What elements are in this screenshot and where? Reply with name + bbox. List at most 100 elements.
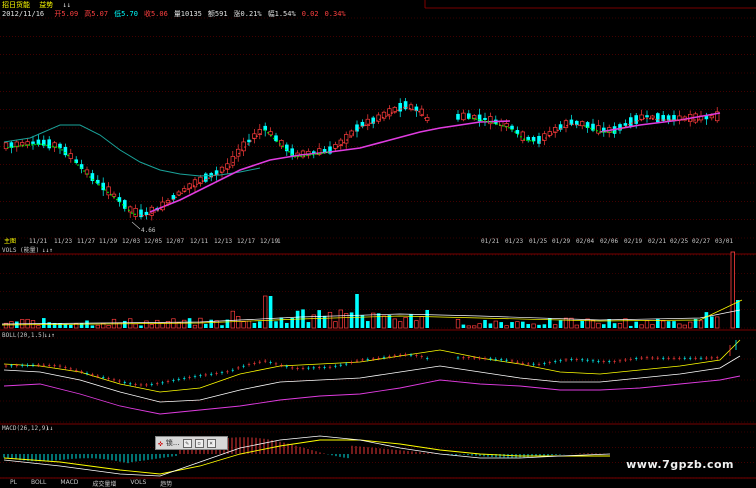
bottom-tab-2[interactable]: MACD (60, 479, 78, 487)
floating-toolbar[interactable]: ✜ 锁... ✎ ▫ × (155, 436, 228, 450)
volume-bar (230, 310, 235, 329)
volume-bar (493, 320, 498, 329)
trend-dot (502, 125, 504, 127)
volume-bar (629, 325, 633, 328)
trend-dot (19, 145, 21, 147)
trend-dot (548, 135, 550, 137)
volume-bar (155, 319, 160, 329)
trend-dot (646, 117, 648, 120)
trend-dot (472, 117, 474, 120)
trend-dot (412, 108, 414, 111)
trend-dot (382, 116, 384, 119)
candle-body (144, 211, 149, 215)
volume-bar (607, 319, 611, 328)
trend-dot (475, 118, 477, 120)
trend-dot (634, 121, 636, 123)
trend-dot (409, 107, 411, 110)
trend-dot (496, 123, 498, 125)
trend-dot (229, 166, 231, 168)
volume-bar (580, 320, 584, 328)
candle-body (106, 186, 111, 196)
chart-canvas[interactable]: 主图 11/21 11/23 11/27 11/29 12/03 12/05 12/07 12/… (0, 0, 756, 487)
trend-dot (31, 144, 33, 146)
trend-dot (43, 144, 45, 146)
trend-dot (34, 143, 36, 146)
trend-dot (160, 208, 162, 210)
trend-dot (514, 131, 516, 133)
trend-dot (611, 131, 613, 133)
trend-dot (270, 134, 272, 137)
volume-bar (477, 323, 482, 329)
candle-body (236, 148, 241, 157)
trend-dot (306, 154, 308, 157)
volume-bar (590, 319, 596, 329)
trend-dot (578, 124, 580, 126)
bottom-tab-4[interactable]: VOLS (130, 479, 146, 487)
trend-dot (676, 119, 678, 121)
candle-body (425, 117, 430, 121)
trend-dot (566, 124, 568, 127)
volume-bar (349, 312, 354, 328)
trend-dot (554, 131, 556, 133)
candle-body (472, 115, 477, 119)
volume-bar (639, 324, 644, 329)
toolbar-label[interactable]: 锁... (166, 438, 180, 448)
candle-body (20, 142, 25, 146)
trend-dot (349, 136, 351, 138)
trend-dot (505, 126, 507, 128)
trend-dot (337, 145, 339, 148)
trend-dot (232, 161, 234, 164)
trend-dot (89, 176, 91, 178)
bottom-tab-0[interactable]: PL (10, 479, 17, 487)
bottom-tab-5[interactable]: 趋势 (160, 479, 172, 488)
volume-bar (602, 324, 606, 328)
volume-bar (521, 321, 525, 328)
volume-bar (381, 315, 387, 329)
edit-icon[interactable]: ✎ (182, 438, 192, 448)
volume-bar (236, 316, 241, 329)
window-icon[interactable]: ▫ (194, 438, 204, 448)
volume-bar (333, 321, 338, 329)
trend-dot (682, 119, 684, 121)
trend-dot (259, 133, 261, 135)
trend-dot (276, 140, 278, 142)
macd-dea (3, 439, 610, 475)
volume-bar (246, 320, 252, 329)
date-label-right: 01/25 (529, 238, 547, 245)
trend-dot (83, 170, 85, 172)
trend-dot (670, 119, 672, 121)
trend-dot (643, 117, 645, 120)
trend-dot (196, 183, 198, 186)
trend-dot (340, 143, 342, 146)
trend-dot (67, 154, 69, 157)
bottom-tab-1[interactable]: BOLL (31, 479, 46, 487)
volume-bar (317, 310, 321, 328)
volume-bar (623, 318, 628, 329)
trend-dot (697, 119, 699, 121)
trend-dot (291, 153, 293, 156)
trend-dot (178, 194, 180, 197)
volume-bar (258, 321, 262, 328)
date-label-right: 02/06 (600, 238, 618, 245)
volume-bar (682, 324, 687, 329)
close-icon[interactable]: × (206, 438, 216, 448)
boll-lower (3, 375, 741, 415)
volume-bar (596, 322, 601, 329)
candle-body (515, 130, 520, 134)
date-label-right: 03/01 (715, 238, 733, 245)
date-label-right: 01/29 (552, 238, 570, 245)
boll-upper (3, 339, 741, 393)
trend-dot (649, 117, 651, 120)
volume-bar (515, 321, 520, 329)
trend-dot (297, 155, 299, 158)
volume-bar (366, 321, 370, 328)
trend-dot (273, 137, 275, 140)
volume-bar (666, 321, 671, 328)
trend-dot (575, 124, 577, 126)
volume-bar (656, 318, 660, 328)
trend-dot (226, 167, 228, 170)
trend-dot (7, 146, 9, 149)
trend-dot (388, 113, 390, 116)
bottom-tab-3[interactable]: 成交量增 (92, 479, 116, 488)
candle-body (580, 121, 585, 127)
